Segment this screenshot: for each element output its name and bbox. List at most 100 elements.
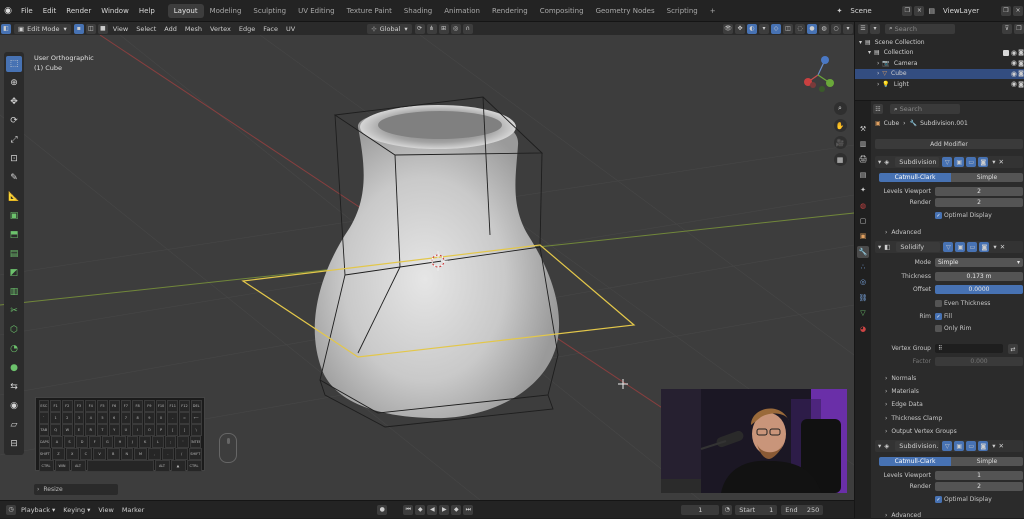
menu-mesh[interactable]: Mesh bbox=[181, 24, 206, 34]
optimal-display-checkbox[interactable]: ✓ bbox=[935, 496, 942, 503]
outliner-item-scene-collection[interactable]: ▾ ▤ Scene Collection bbox=[855, 37, 1024, 48]
render-visibility-icon[interactable]: ◙ bbox=[1018, 81, 1024, 88]
frame-end-field[interactable]: End 250 bbox=[781, 504, 824, 515]
blender-logo-icon[interactable]: ◉ bbox=[0, 6, 16, 16]
new-collection-icon[interactable]: ❐ bbox=[1014, 23, 1024, 34]
snap-target-icon[interactable]: ⊞ bbox=[438, 23, 449, 34]
rendered-shading-icon[interactable]: ○ bbox=[831, 23, 841, 34]
copy-scene-icon[interactable]: ❐ bbox=[902, 5, 913, 16]
chevron-down-icon[interactable]: ▾ bbox=[868, 49, 871, 56]
menu-render[interactable]: Render bbox=[61, 7, 96, 15]
menu-vertex[interactable]: Vertex bbox=[206, 24, 235, 34]
timeline-editor-icon[interactable]: ◷ bbox=[6, 504, 16, 515]
mesh-overlay-icon[interactable]: ◇ bbox=[771, 23, 781, 34]
catmull-clark-option[interactable]: Catmull-Clark bbox=[879, 457, 951, 466]
edit-mode-toggle-icon[interactable]: ▽ bbox=[942, 441, 953, 451]
solid-shading-icon[interactable]: ● bbox=[807, 23, 817, 34]
visibility-icon[interactable]: 👁 bbox=[723, 23, 733, 34]
menu-timeline-view[interactable]: View bbox=[94, 505, 117, 515]
smooth-icon[interactable]: ● bbox=[6, 360, 22, 376]
tab-compositing[interactable]: Compositing bbox=[534, 4, 590, 18]
close-icon[interactable]: × bbox=[1013, 5, 1023, 16]
menu-window[interactable]: Window bbox=[96, 7, 134, 15]
chevron-down-icon[interactable]: ▾ bbox=[992, 442, 995, 450]
copy-view-layer-icon[interactable]: ❐ bbox=[1001, 5, 1011, 16]
render-visibility-icon[interactable]: ◙ bbox=[1018, 60, 1024, 67]
material-icon[interactable]: ◕ bbox=[857, 323, 869, 335]
extrude-icon[interactable]: ⬒ bbox=[6, 227, 22, 243]
viewport-toggle-icon[interactable]: ▭ bbox=[966, 441, 977, 451]
eye-icon[interactable]: ◉ bbox=[1011, 59, 1017, 67]
face-select-icon[interactable]: ■ bbox=[97, 23, 108, 34]
viewport-toggle-icon[interactable]: ▭ bbox=[967, 242, 978, 252]
pan-hand-icon[interactable]: ✋ bbox=[833, 119, 847, 132]
shading-dropdown-icon[interactable]: ▾ bbox=[843, 23, 853, 34]
cage-toggle-icon[interactable]: ▣ bbox=[954, 157, 965, 167]
menu-keying[interactable]: Keying ▾ bbox=[59, 505, 94, 515]
proportional-edit-icon[interactable]: ◎ bbox=[450, 23, 461, 34]
tab-texture-paint[interactable]: Texture Paint bbox=[341, 4, 398, 18]
transform-orientation-selector[interactable]: ⊹ Global ▾ bbox=[367, 23, 412, 34]
properties-search[interactable]: ⌕ Search bbox=[890, 104, 960, 114]
edit-mode-toggle-icon[interactable]: ▽ bbox=[942, 157, 953, 167]
menu-help[interactable]: Help bbox=[134, 7, 160, 15]
edge-select-icon[interactable]: ◫ bbox=[85, 23, 96, 34]
subpanel-thickness-clamp[interactable]: › Thickness Clamp bbox=[885, 415, 942, 422]
modifier-wrench-icon[interactable]: 🔧 bbox=[857, 245, 869, 258]
outliner-item-cube[interactable]: › ▽ Cube ◉ ◙ bbox=[855, 68, 1024, 79]
chevron-down-icon[interactable]: ▾ bbox=[993, 243, 996, 251]
modifier-name-field[interactable]: Subdivision bbox=[895, 157, 940, 167]
loop-cut-icon[interactable]: ▥ bbox=[6, 284, 22, 300]
record-icon[interactable]: ● bbox=[377, 504, 388, 515]
chevron-right-icon[interactable]: › bbox=[877, 70, 879, 77]
close-icon[interactable]: × bbox=[914, 5, 925, 16]
menu-edit[interactable]: Edit bbox=[38, 7, 62, 15]
shrink-fatten-icon[interactable]: ◉ bbox=[6, 398, 22, 414]
tab-shading[interactable]: Shading bbox=[398, 4, 438, 18]
exclude-checkbox[interactable] bbox=[1003, 49, 1009, 56]
constraints-icon[interactable]: ⛓ bbox=[857, 292, 869, 304]
modifier-subdivision-2-header[interactable]: ▾ ◈ Subdivision.... ▽ ▣ ▭ ◙ ▾ ✕ bbox=[875, 440, 1023, 452]
scene-icon[interactable]: ✦ bbox=[857, 184, 869, 196]
subpanel-normals[interactable]: › Normals bbox=[885, 375, 916, 382]
vertex-group-field[interactable]: ⠿ bbox=[935, 344, 1003, 353]
render-visibility-icon[interactable]: ◙ bbox=[1018, 49, 1024, 56]
menu-view[interactable]: View bbox=[109, 24, 132, 34]
tab-uv-editing[interactable]: UV Editing bbox=[292, 4, 341, 18]
modifier-name-field[interactable]: Solidify bbox=[896, 242, 941, 252]
properties-editor-icon[interactable]: ☷ bbox=[873, 104, 883, 114]
knife-icon[interactable]: ✂ bbox=[6, 303, 22, 319]
add-workspace-button[interactable]: + bbox=[704, 4, 722, 18]
subpanel-edge-data[interactable]: › Edge Data bbox=[885, 401, 923, 408]
fill-checkbox[interactable]: ✓ bbox=[935, 313, 942, 320]
spin-icon[interactable]: ◔ bbox=[6, 341, 22, 357]
render-levels-field[interactable]: 2 bbox=[935, 482, 1023, 491]
render-toggle-icon[interactable]: ◙ bbox=[978, 441, 989, 451]
tab-scripting[interactable]: Scripting bbox=[661, 4, 704, 18]
simple-option[interactable]: Simple bbox=[951, 173, 1023, 182]
transform-icon[interactable]: ⊡ bbox=[6, 151, 22, 167]
tool-icon[interactable]: ⚒ bbox=[857, 123, 869, 135]
modifier-subdivision-header[interactable]: ▾ ◈ Subdivision ▽ ▣ ▭ ◙ ▾ ✕ bbox=[875, 156, 1023, 168]
tab-animation[interactable]: Animation bbox=[438, 4, 486, 18]
render-icon[interactable]: ▥ bbox=[857, 138, 869, 150]
jump-start-icon[interactable]: ⏮ bbox=[403, 504, 414, 515]
eye-icon[interactable]: ◉ bbox=[1011, 70, 1017, 78]
tab-layout[interactable]: Layout bbox=[167, 3, 204, 18]
poly-build-icon[interactable]: ⬡ bbox=[6, 322, 22, 338]
outliner-editor-icon[interactable]: ☰ bbox=[858, 23, 868, 34]
modifier-solidify-header[interactable]: ▾ ◧ Solidify ▽ ▣ ▭ ◙ ▾ ✕ bbox=[875, 241, 1023, 253]
levels-viewport-field[interactable]: 2 bbox=[935, 187, 1023, 196]
mode-selector[interactable]: ▣ Edit Mode ▾ bbox=[14, 23, 71, 34]
subdivision-type-toggle[interactable]: Catmull-Clark Simple bbox=[879, 173, 1023, 182]
chevron-right-icon[interactable]: › bbox=[877, 60, 879, 67]
eye-icon[interactable]: ◉ bbox=[1011, 49, 1017, 57]
object-icon[interactable]: ▣ bbox=[857, 230, 869, 242]
offset-field[interactable]: 0.0000 bbox=[935, 285, 1023, 294]
cursor-icon[interactable]: ⊕ bbox=[6, 75, 22, 91]
menu-marker[interactable]: Marker bbox=[118, 505, 148, 515]
menu-uv[interactable]: UV bbox=[282, 24, 299, 34]
overlay-dropdown-icon[interactable]: ▾ bbox=[759, 23, 769, 34]
prev-keyframe-icon[interactable]: ◆ bbox=[415, 504, 426, 515]
render-toggle-icon[interactable]: ◙ bbox=[979, 242, 990, 252]
